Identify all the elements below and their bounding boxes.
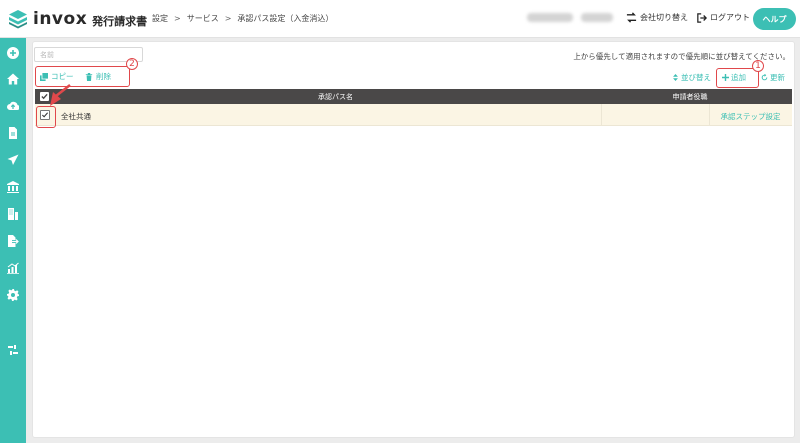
logo[interactable]: invox 発行請求書 (8, 9, 147, 29)
annotation-box-add (716, 68, 759, 88)
column-header-applicant-role: 申請者役職 (672, 93, 708, 101)
table-header: 承認パス名 申請者役職 (35, 89, 792, 104)
chart-icon[interactable] (6, 261, 20, 275)
refresh-button[interactable]: 更新 (761, 72, 785, 83)
bank-icon[interactable] (6, 180, 20, 194)
logout-button[interactable]: ログアウト (697, 12, 750, 23)
user-info-blurred (527, 13, 613, 22)
annotation-arrow (50, 84, 71, 106)
row-divider (601, 104, 602, 126)
blurred-company (527, 13, 573, 22)
blurred-user-name (581, 13, 613, 22)
document-icon[interactable] (6, 126, 20, 140)
breadcrumb-item-current: 承認パス設定（入金消込） (237, 14, 334, 23)
sort-button[interactable]: 並び替え (672, 72, 711, 83)
sort-icon (673, 74, 678, 81)
logo-text: invox (33, 9, 88, 29)
breadcrumb-item-settings[interactable]: 設定 (152, 13, 168, 24)
column-header-path-name: 承認パス名 (318, 93, 353, 101)
breadcrumb-item-service[interactable]: サービス (187, 13, 219, 24)
logo-subtitle: 発行請求書 (92, 14, 148, 28)
breadcrumb-separator: > (174, 14, 181, 23)
plus-circle-icon[interactable] (6, 46, 20, 60)
breadcrumb-separator: > (224, 14, 232, 23)
gear-icon[interactable] (6, 288, 20, 302)
logo-icon (9, 10, 27, 29)
refresh-label: 更新 (770, 73, 785, 82)
switch-company-button[interactable]: 会社切り替え (626, 12, 688, 23)
logout-icon (697, 12, 707, 23)
breadcrumb: 設定 > サービス > 承認パス設定（入金消込） (152, 13, 333, 24)
help-button[interactable]: ヘルプ (753, 8, 796, 30)
priority-info-text: 上から優先して適用されますので優先順に並び替えてください。 (573, 52, 790, 61)
switch-company-label: 会社切り替え (640, 13, 688, 22)
sidebar (0, 38, 26, 443)
export-icon[interactable] (6, 234, 20, 248)
send-icon[interactable] (6, 153, 20, 167)
home-icon[interactable] (6, 72, 20, 86)
building-icon[interactable] (6, 207, 20, 221)
logout-label: ログアウト (710, 13, 750, 22)
top-header: invox 発行請求書 設定 > サービス > 承認パス設定（入金消込） 会社切… (0, 0, 800, 38)
refresh-icon (761, 74, 768, 81)
annotation-number-1: 1 (752, 60, 764, 72)
row-path-name: 全社共通 (61, 112, 91, 121)
table-row[interactable]: 全社共通 承認ステップ設定 (35, 104, 792, 126)
approval-step-settings-link[interactable]: 承認ステップ設定 (709, 111, 792, 122)
cloud-upload-icon[interactable] (6, 99, 20, 113)
tools-icon[interactable] (6, 343, 20, 357)
annotation-number-2: 2 (126, 58, 138, 70)
switch-icon (626, 12, 637, 23)
sort-label: 並び替え (681, 73, 711, 82)
